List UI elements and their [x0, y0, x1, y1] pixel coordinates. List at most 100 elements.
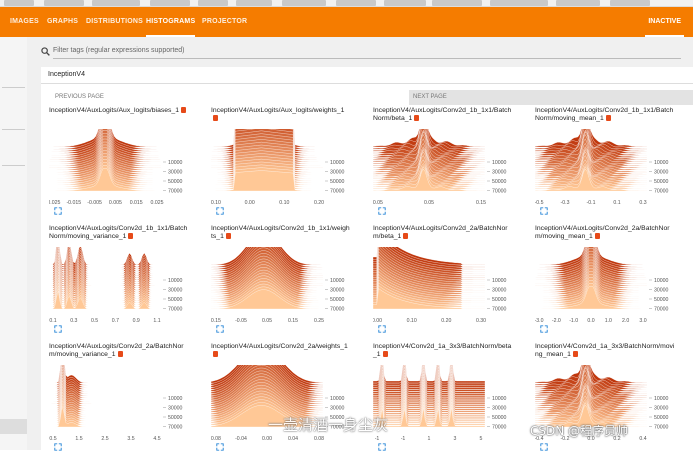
histogram-slice	[535, 286, 647, 310]
x-tick-label: 0.20	[441, 318, 451, 324]
y-tick-label: 10000	[168, 396, 183, 402]
x-tick-label: 0.00	[262, 436, 272, 442]
tab-graphs[interactable]: GRAPHS	[47, 7, 78, 37]
x-tick-label: -0.10	[211, 200, 221, 206]
y-tick-label: 10000	[654, 396, 669, 402]
x-tick-label: -0.08	[211, 436, 221, 442]
y-tick-label: 50000	[654, 179, 669, 185]
x-tick-label: 1.5	[75, 436, 82, 442]
histogram-title: InceptionV4/Conv2d_1a_3x3/BatchNorm/beta…	[373, 343, 513, 359]
y-tick-label: 70000	[654, 307, 669, 313]
expand-icon[interactable]	[54, 207, 62, 215]
histogram-chart[interactable]: 10000 30000 50000 70000 -3.0 -2.0 -1.0 0.0 1.0 2.…	[535, 247, 675, 325]
histogram-title: InceptionV4/Conv2d_1a_3x3/BatchNorm/movi…	[535, 343, 675, 359]
histogram-title-text: InceptionV4/AuxLogits/Conv2d_1b_1x1/Batc…	[49, 225, 188, 240]
y-tick-label: 10000	[654, 278, 669, 284]
x-tick-label: 1	[428, 436, 431, 442]
x-tick-label: 0.10	[279, 200, 289, 206]
status-dropdown[interactable]: INACTIVE	[645, 7, 684, 37]
pagination: PREVIOUS PAGE NEXT PAGE	[41, 90, 693, 105]
histogram-chart[interactable]: 10000 30000 50000 70000 -0.05 0.05 0.15	[373, 129, 513, 207]
x-tick-label: 0.4	[639, 436, 646, 442]
next-page-button[interactable]: NEXT PAGE	[409, 90, 693, 105]
x-tick-label: -3.0	[535, 318, 544, 324]
y-tick-label: 70000	[492, 307, 507, 313]
histogram-card: InceptionV4/AuxLogits/Conv2d_2a/BatchNor…	[41, 343, 196, 455]
x-tick-label: 0.10	[407, 318, 417, 324]
x-tick-label: 0.05	[262, 318, 272, 324]
x-tick-label: 2.5	[101, 436, 108, 442]
x-tick-label: 0.15	[288, 318, 298, 324]
run-color-swatch	[414, 115, 420, 122]
histogram-title-text: InceptionV4/AuxLogits/Conv2d_2a/BatchNor…	[535, 225, 670, 240]
y-tick-label: 30000	[168, 170, 183, 176]
expand-icon[interactable]	[54, 325, 62, 333]
histogram-chart[interactable]: 10000 30000 50000 70000 -0.10 0.00 0.10 0.20	[211, 129, 351, 207]
x-tick-label: -1	[401, 436, 406, 442]
histogram-chart[interactable]: 10000 30000 50000 70000 -0.15 -0.05 0.05 0.15 0.…	[211, 247, 351, 325]
x-tick-label: 0.00	[373, 318, 382, 324]
search-input[interactable]: Filter tags (regular expressions support…	[53, 47, 185, 54]
tag-filter[interactable]: Filter tags (regular expressions support…	[41, 45, 681, 59]
histogram-chart[interactable]: 10000 30000 50000 70000 0.1 0.3 0.5 0.7 0.9 1.1	[49, 247, 189, 325]
histogram-chart[interactable]: 10000 30000 50000 70000 -0.025 -0.015 -0.005 0.…	[49, 129, 189, 207]
y-tick-label: 50000	[492, 297, 507, 303]
y-tick-label: 70000	[492, 189, 507, 195]
tab-projector[interactable]: PROJECTOR	[202, 7, 247, 37]
sidebar-run-selector[interactable]	[0, 419, 27, 434]
group-header[interactable]: InceptionV4	[41, 67, 693, 84]
expand-icon[interactable]	[216, 325, 224, 333]
x-tick-label: 0.9	[133, 318, 140, 324]
y-tick-label: 50000	[654, 415, 669, 421]
histogram-title-text: InceptionV4/AuxLogits/Conv2d_1b_1x1/weig…	[211, 225, 350, 240]
expand-icon[interactable]	[216, 207, 224, 215]
x-tick-label: 3.5	[127, 436, 134, 442]
run-color-swatch	[128, 233, 134, 240]
histogram-title: InceptionV4/AuxLogits/Aux_logits/weights…	[211, 107, 351, 123]
tab-images[interactable]: IMAGES	[10, 7, 39, 37]
histogram-title: InceptionV4/AuxLogits/Conv2d_2a/weights_…	[211, 343, 351, 359]
expand-icon[interactable]	[378, 325, 386, 333]
x-tick-label: 0.005	[109, 200, 122, 206]
histogram-chart[interactable]: 10000 30000 50000 70000 -1 -1 1 3 5	[373, 365, 513, 443]
histogram-title-text: InceptionV4/AuxLogits/Conv2d_2a/weights_…	[211, 343, 348, 350]
y-tick-label: 70000	[168, 307, 183, 313]
x-tick-label: -0.015	[66, 200, 81, 206]
tab-distributions[interactable]: DISTRIBUTIONS	[86, 7, 143, 37]
x-tick-label: -0.025	[49, 200, 60, 206]
expand-icon[interactable]	[378, 207, 386, 215]
histogram-title-text: InceptionV4/AuxLogits/Conv2d_2a/BatchNor…	[49, 343, 184, 358]
run-color-swatch	[225, 233, 231, 240]
expand-icon[interactable]	[540, 325, 548, 333]
histogram-title: InceptionV4/AuxLogits/Conv2d_1b_1x1/Batc…	[373, 107, 513, 123]
histogram-chart[interactable]: 10000 30000 50000 70000 0.00 0.10 0.20 0.30	[373, 247, 513, 325]
histogram-chart[interactable]: 10000 30000 50000 70000 0.5 1.5 2.5 3.5 4.5	[49, 365, 189, 443]
histogram-card: InceptionV4/AuxLogits/Conv2d_2a/BatchNor…	[527, 225, 682, 337]
x-tick-label: -0.05	[373, 200, 383, 206]
histogram-chart[interactable]: 10000 30000 50000 70000 -0.5 -0.3 -0.1 0.1 0.3	[535, 129, 675, 207]
x-tick-label: 3.0	[639, 318, 646, 324]
y-tick-label: 30000	[330, 170, 345, 176]
y-tick-label: 30000	[492, 288, 507, 294]
x-tick-label: -2.0	[552, 318, 561, 324]
histogram-title: InceptionV4/AuxLogits/Conv2d_1b_1x1/weig…	[211, 225, 351, 241]
y-tick-label: 70000	[168, 189, 183, 195]
run-color-swatch	[572, 351, 578, 358]
histogram-card: InceptionV4/Conv2d_1a_3x3/BatchNorm/beta…	[365, 343, 520, 455]
x-tick-label: -1	[375, 436, 380, 442]
previous-page-button[interactable]: PREVIOUS PAGE	[41, 90, 409, 105]
x-tick-label: 0.5	[91, 318, 98, 324]
histogram-slice	[49, 168, 161, 192]
x-tick-label: 0.30	[476, 318, 486, 324]
y-tick-label: 10000	[330, 160, 345, 166]
run-color-swatch	[180, 107, 186, 114]
y-tick-label: 30000	[492, 170, 507, 176]
y-tick-label: 10000	[330, 278, 345, 284]
histogram-title: InceptionV4/AuxLogits/Conv2d_2a/BatchNor…	[535, 225, 675, 241]
histogram-card: InceptionV4/AuxLogits/Aux_logits/biases_…	[41, 107, 196, 219]
expand-icon[interactable]	[540, 207, 548, 215]
histogram-card: InceptionV4/AuxLogits/Conv2d_1b_1x1/Batc…	[41, 225, 196, 337]
x-tick-label: -0.15	[211, 318, 221, 324]
tab-histograms[interactable]: HISTOGRAMS	[146, 7, 196, 37]
y-tick-label: 50000	[330, 297, 345, 303]
